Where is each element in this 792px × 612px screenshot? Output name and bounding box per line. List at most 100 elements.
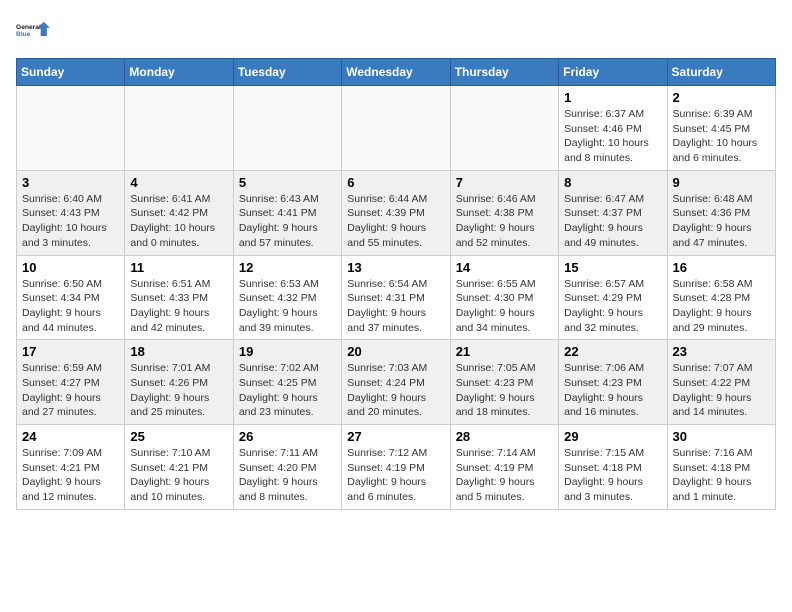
calendar-cell: 24Sunrise: 7:09 AM Sunset: 4:21 PM Dayli… [17,425,125,510]
calendar-cell: 29 Sunrise: 7:15 AM Sunset: 4:18 PM Dayli… [559,425,667,510]
calendar-table: SundayMondayTuesdayWednesdayThursdayFrid… [16,58,776,510]
calendar-cell: 25 Sunrise: 7:10 AM Sunset: 4:21 PM Dayli… [125,425,233,510]
day-info: Sunrise: 6:47 AM Sunset: 4:37 PM Dayligh… [564,192,661,251]
day-number: 21 [456,344,553,359]
day-number: 4 [130,175,227,190]
calendar-week-row: 17 Sunrise: 6:59 AM Sunset: 4:27 PM Dayli… [17,340,776,425]
day-info: Sunrise: 6:43 AM Sunset: 4:41 PM Dayligh… [239,192,336,251]
day-number: 15 [564,260,661,275]
calendar-cell: 12Sunrise: 6:53 AM Sunset: 4:32 PM Dayli… [233,255,341,340]
calendar-cell: 30 Sunrise: 7:16 AM Sunset: 4:18 PM Dayli… [667,425,775,510]
calendar-cell: 2 Sunrise: 6:39 AM Sunset: 4:45 PM Daylig… [667,86,775,171]
header-monday: Monday [125,59,233,86]
calendar-cell: 13 Sunrise: 6:54 AM Sunset: 4:31 PM Dayli… [342,255,450,340]
calendar-cell: 8 Sunrise: 6:47 AM Sunset: 4:37 PM Daylig… [559,170,667,255]
day-info: Sunrise: 7:07 AM Sunset: 4:22 PM Dayligh… [673,361,770,420]
day-number: 10 [22,260,119,275]
logo: GeneralBlue [16,16,52,46]
day-info: Sunrise: 6:57 AM Sunset: 4:29 PM Dayligh… [564,277,661,336]
header: GeneralBlue [16,16,776,46]
logo-icon: GeneralBlue [16,16,52,46]
day-info: Sunrise: 7:15 AM Sunset: 4:18 PM Dayligh… [564,446,661,505]
day-number: 1 [564,90,661,105]
day-number: 16 [673,260,770,275]
day-number: 2 [673,90,770,105]
svg-text:Blue: Blue [16,31,31,38]
day-info: Sunrise: 7:11 AM Sunset: 4:20 PM Dayligh… [239,446,336,505]
day-info: Sunrise: 6:39 AM Sunset: 4:45 PM Dayligh… [673,107,770,166]
day-number: 11 [130,260,227,275]
calendar-cell [342,86,450,171]
header-wednesday: Wednesday [342,59,450,86]
header-saturday: Saturday [667,59,775,86]
day-info: Sunrise: 6:37 AM Sunset: 4:46 PM Dayligh… [564,107,661,166]
day-info: Sunrise: 7:10 AM Sunset: 4:21 PM Dayligh… [130,446,227,505]
day-info: Sunrise: 7:12 AM Sunset: 4:19 PM Dayligh… [347,446,444,505]
header-friday: Friday [559,59,667,86]
calendar-cell: 1 Sunrise: 6:37 AM Sunset: 4:46 PM Daylig… [559,86,667,171]
day-info: Sunrise: 7:16 AM Sunset: 4:18 PM Dayligh… [673,446,770,505]
day-number: 26 [239,429,336,444]
header-thursday: Thursday [450,59,558,86]
day-number: 12 [239,260,336,275]
day-info: Sunrise: 6:40 AM Sunset: 4:43 PM Dayligh… [22,192,119,251]
header-tuesday: Tuesday [233,59,341,86]
calendar-cell: 11 Sunrise: 6:51 AM Sunset: 4:33 PM Dayli… [125,255,233,340]
calendar-cell: 4Sunrise: 6:41 AM Sunset: 4:42 PM Daylig… [125,170,233,255]
day-info: Sunrise: 7:02 AM Sunset: 4:25 PM Dayligh… [239,361,336,420]
calendar-cell: 27 Sunrise: 7:12 AM Sunset: 4:19 PM Dayli… [342,425,450,510]
day-info: Sunrise: 7:03 AM Sunset: 4:24 PM Dayligh… [347,361,444,420]
day-number: 14 [456,260,553,275]
day-number: 13 [347,260,444,275]
day-number: 6 [347,175,444,190]
calendar-cell: 26 Sunrise: 7:11 AM Sunset: 4:20 PM Dayli… [233,425,341,510]
day-number: 29 [564,429,661,444]
calendar-cell: 14 Sunrise: 6:55 AM Sunset: 4:30 PM Dayli… [450,255,558,340]
calendar-cell: 20Sunrise: 7:03 AM Sunset: 4:24 PM Dayli… [342,340,450,425]
calendar-cell: 21 Sunrise: 7:05 AM Sunset: 4:23 PM Dayli… [450,340,558,425]
day-info: Sunrise: 7:09 AM Sunset: 4:21 PM Dayligh… [22,446,119,505]
calendar-cell: 7Sunrise: 6:46 AM Sunset: 4:38 PM Daylig… [450,170,558,255]
calendar-cell: 15 Sunrise: 6:57 AM Sunset: 4:29 PM Dayli… [559,255,667,340]
day-number: 30 [673,429,770,444]
day-number: 3 [22,175,119,190]
day-info: Sunrise: 6:44 AM Sunset: 4:39 PM Dayligh… [347,192,444,251]
calendar-cell [233,86,341,171]
calendar-cell: 19Sunrise: 7:02 AM Sunset: 4:25 PM Dayli… [233,340,341,425]
day-info: Sunrise: 6:46 AM Sunset: 4:38 PM Dayligh… [456,192,553,251]
day-info: Sunrise: 6:50 AM Sunset: 4:34 PM Dayligh… [22,277,119,336]
day-info: Sunrise: 6:54 AM Sunset: 4:31 PM Dayligh… [347,277,444,336]
calendar-cell: 6 Sunrise: 6:44 AM Sunset: 4:39 PM Daylig… [342,170,450,255]
svg-text:General: General [16,24,41,31]
day-info: Sunrise: 7:05 AM Sunset: 4:23 PM Dayligh… [456,361,553,420]
day-info: Sunrise: 6:55 AM Sunset: 4:30 PM Dayligh… [456,277,553,336]
calendar-week-row: 3 Sunrise: 6:40 AM Sunset: 4:43 PM Daylig… [17,170,776,255]
day-number: 17 [22,344,119,359]
day-info: Sunrise: 6:48 AM Sunset: 4:36 PM Dayligh… [673,192,770,251]
calendar-cell: 23 Sunrise: 7:07 AM Sunset: 4:22 PM Dayli… [667,340,775,425]
day-info: Sunrise: 7:06 AM Sunset: 4:23 PM Dayligh… [564,361,661,420]
calendar-cell: 5Sunrise: 6:43 AM Sunset: 4:41 PM Daylig… [233,170,341,255]
calendar-cell: 28Sunrise: 7:14 AM Sunset: 4:19 PM Dayli… [450,425,558,510]
day-number: 18 [130,344,227,359]
calendar-cell: 16 Sunrise: 6:58 AM Sunset: 4:28 PM Dayli… [667,255,775,340]
calendar-cell [17,86,125,171]
day-number: 23 [673,344,770,359]
calendar-cell: 18 Sunrise: 7:01 AM Sunset: 4:26 PM Dayli… [125,340,233,425]
day-number: 28 [456,429,553,444]
day-info: Sunrise: 6:51 AM Sunset: 4:33 PM Dayligh… [130,277,227,336]
calendar-cell: 17 Sunrise: 6:59 AM Sunset: 4:27 PM Dayli… [17,340,125,425]
day-info: Sunrise: 7:01 AM Sunset: 4:26 PM Dayligh… [130,361,227,420]
calendar-cell: 22Sunrise: 7:06 AM Sunset: 4:23 PM Dayli… [559,340,667,425]
day-info: Sunrise: 6:59 AM Sunset: 4:27 PM Dayligh… [22,361,119,420]
calendar-week-row: 10 Sunrise: 6:50 AM Sunset: 4:34 PM Dayli… [17,255,776,340]
calendar-cell [450,86,558,171]
header-sunday: Sunday [17,59,125,86]
calendar-header-row: SundayMondayTuesdayWednesdayThursdayFrid… [17,59,776,86]
day-number: 8 [564,175,661,190]
calendar-cell [125,86,233,171]
day-info: Sunrise: 6:58 AM Sunset: 4:28 PM Dayligh… [673,277,770,336]
day-number: 9 [673,175,770,190]
day-number: 25 [130,429,227,444]
day-number: 27 [347,429,444,444]
